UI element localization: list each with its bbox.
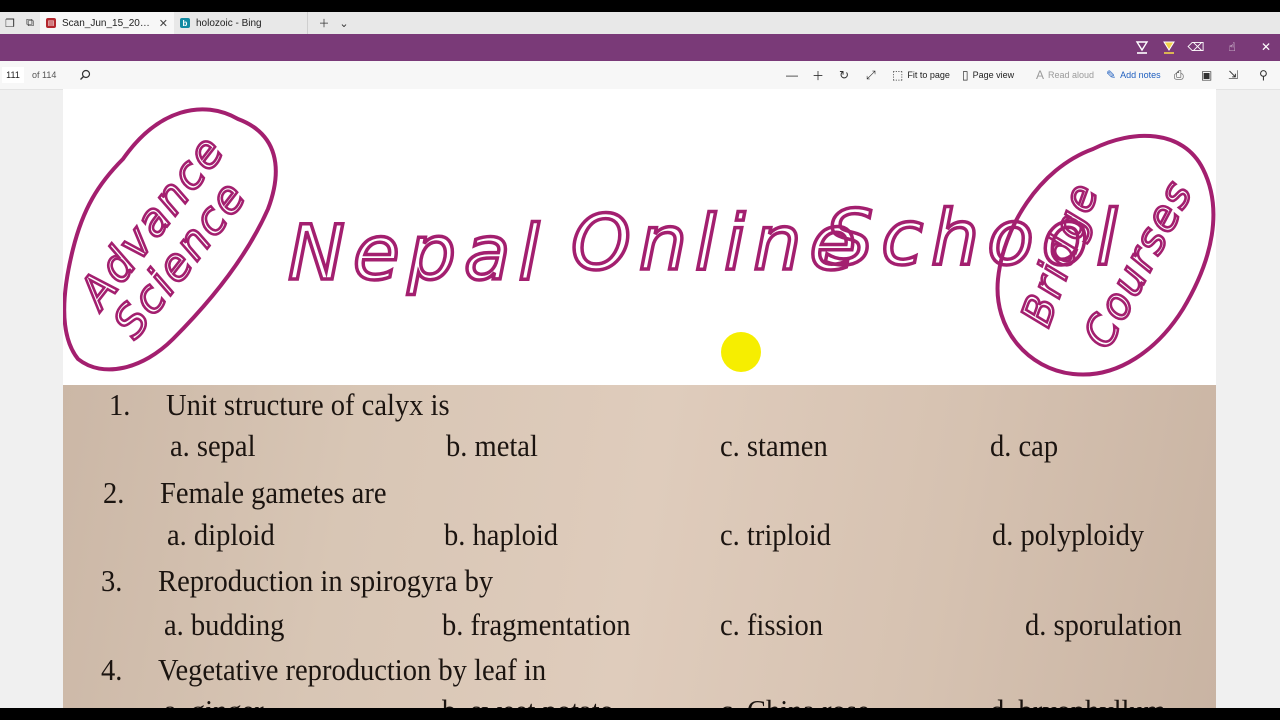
full-screen-button[interactable]: ⤢: [866, 61, 876, 89]
search-icon[interactable]: [79, 61, 91, 89]
minus-icon: —: [786, 68, 798, 82]
option: a. diploid: [167, 517, 275, 552]
close-icon[interactable]: ✕: [159, 17, 168, 30]
zoom-out-button[interactable]: —: [786, 61, 798, 89]
option: c. triploid: [720, 517, 831, 552]
option: b. metal: [446, 428, 538, 463]
highlight-icon[interactable]: [1161, 39, 1177, 55]
option: a. sepal: [170, 428, 256, 463]
question-2: 2. Female gametes are: [103, 477, 387, 508]
pdf-toolbar: 111 of 114 — ＋ ↻ ⤢ ⬚ Fit to page ▯ Page …: [0, 61, 1280, 90]
read-aloud-icon: A: [1036, 68, 1045, 82]
page-view-label: Page view: [972, 70, 1015, 80]
touch-write-icon[interactable]: ☝: [1224, 39, 1240, 55]
question-number: 1.: [109, 387, 131, 422]
close-icon[interactable]: ✕: [1258, 39, 1274, 55]
page-view-icon: ▯: [962, 68, 969, 82]
print-icon: ⎙: [1174, 67, 1184, 82]
option: b. haploid: [444, 517, 559, 552]
fit-to-page-label: Fit to page: [907, 70, 950, 80]
pin-toolbar-button[interactable]: ⚲: [1259, 61, 1268, 89]
print-button[interactable]: ⎙: [1174, 61, 1184, 89]
pdf-page: Advance Science Nepal Online School Brid…: [63, 89, 1216, 708]
chevron-down-icon[interactable]: ⌄: [334, 12, 354, 34]
annotation-toolbar: ⌫ ☝ ✕: [0, 34, 1280, 61]
set-aside-tabs-icon[interactable]: ⧉: [20, 12, 40, 34]
option: c. fission: [720, 607, 823, 642]
tab-label: Scan_Jun_15_2020_at_8: [62, 17, 153, 29]
draw-icon[interactable]: [1134, 39, 1150, 55]
add-notes-button[interactable]: ✎ Add notes: [1106, 61, 1161, 89]
pin-icon: ⚲: [1259, 68, 1268, 82]
save-button[interactable]: ▣: [1201, 61, 1212, 89]
page-view-button[interactable]: ▯ Page view: [962, 61, 1014, 89]
laser-pointer-dot: [721, 332, 761, 372]
expand-icon: ⤢: [866, 67, 876, 82]
question-text: Unit structure of calyx is: [166, 387, 450, 422]
question-text: Female gametes are: [160, 475, 387, 510]
page-total: of 114: [32, 70, 57, 80]
pen-icon: ✎: [1106, 68, 1117, 82]
zoom-in-button[interactable]: ＋: [812, 61, 824, 89]
browser-window: ❐ ⧉ ▤ Scan_Jun_15_2020_at_8 ✕ b holozoic…: [0, 12, 1280, 708]
tab-bing[interactable]: b holozoic - Bing: [174, 12, 308, 34]
plus-icon: ＋: [812, 68, 825, 83]
pdf-icon: ▤: [46, 18, 56, 28]
question-3: 3. Reproduction in spirogyra by: [101, 565, 493, 596]
option: d. bryophyllum: [990, 695, 1166, 708]
question-text: Vegetative reproduction by leaf in: [158, 652, 547, 687]
bing-icon: b: [180, 18, 190, 28]
rotate-button[interactable]: ↻: [839, 61, 849, 89]
option: c. stamen: [720, 428, 828, 463]
option: d. sporulation: [1025, 607, 1182, 642]
read-aloud-label: Read aloud: [1048, 70, 1095, 80]
rotate-icon: ↻: [839, 68, 850, 82]
save-as-icon: ⇲: [1228, 68, 1239, 82]
eraser-icon[interactable]: ⌫: [1188, 39, 1205, 55]
save-icon: ▣: [1201, 68, 1213, 82]
new-tab-icon[interactable]: ＋: [314, 12, 334, 34]
question-text: Reproduction in spirogyra by: [158, 563, 494, 598]
option: b. fragmentation: [442, 607, 631, 642]
question-4: 4. Vegetative reproduction by leaf in: [101, 654, 546, 685]
option: c. China rose: [720, 695, 870, 708]
question-number: 2.: [103, 475, 125, 510]
fit-page-icon: ⬚: [892, 68, 904, 82]
add-notes-label: Add notes: [1120, 70, 1161, 80]
page-number-input[interactable]: 111: [2, 67, 24, 83]
option: b. sweet potato: [442, 695, 614, 708]
save-as-button[interactable]: ⇲: [1228, 61, 1238, 89]
option: d. cap: [990, 428, 1059, 463]
read-aloud-button[interactable]: A Read aloud: [1036, 61, 1094, 89]
title-word-nepal: Nepal: [288, 208, 548, 297]
title-word-online: Online: [571, 198, 864, 287]
option: d. polyploidy: [992, 517, 1145, 552]
option: a. ginger: [164, 695, 264, 708]
fit-to-page-button[interactable]: ⬚ Fit to page: [892, 61, 950, 89]
question-number: 3.: [101, 563, 123, 598]
tab-pdf[interactable]: ▤ Scan_Jun_15_2020_at_8 ✕: [40, 12, 174, 34]
question-number: 4.: [101, 652, 123, 687]
handwritten-annotations: Advance Science Nepal Online School Brid…: [63, 107, 1216, 377]
option: a. budding: [164, 607, 285, 642]
tab-strip: ❐ ⧉ ▤ Scan_Jun_15_2020_at_8 ✕ b holozoic…: [0, 12, 1280, 34]
question-1: 1. Unit structure of calyx is: [109, 389, 450, 420]
scanned-question-sheet: 1. Unit structure of calyx is a. sepal b.…: [63, 385, 1216, 708]
tab-label: holozoic - Bing: [196, 17, 262, 29]
tab-actions-icon[interactable]: ❐: [0, 12, 20, 34]
